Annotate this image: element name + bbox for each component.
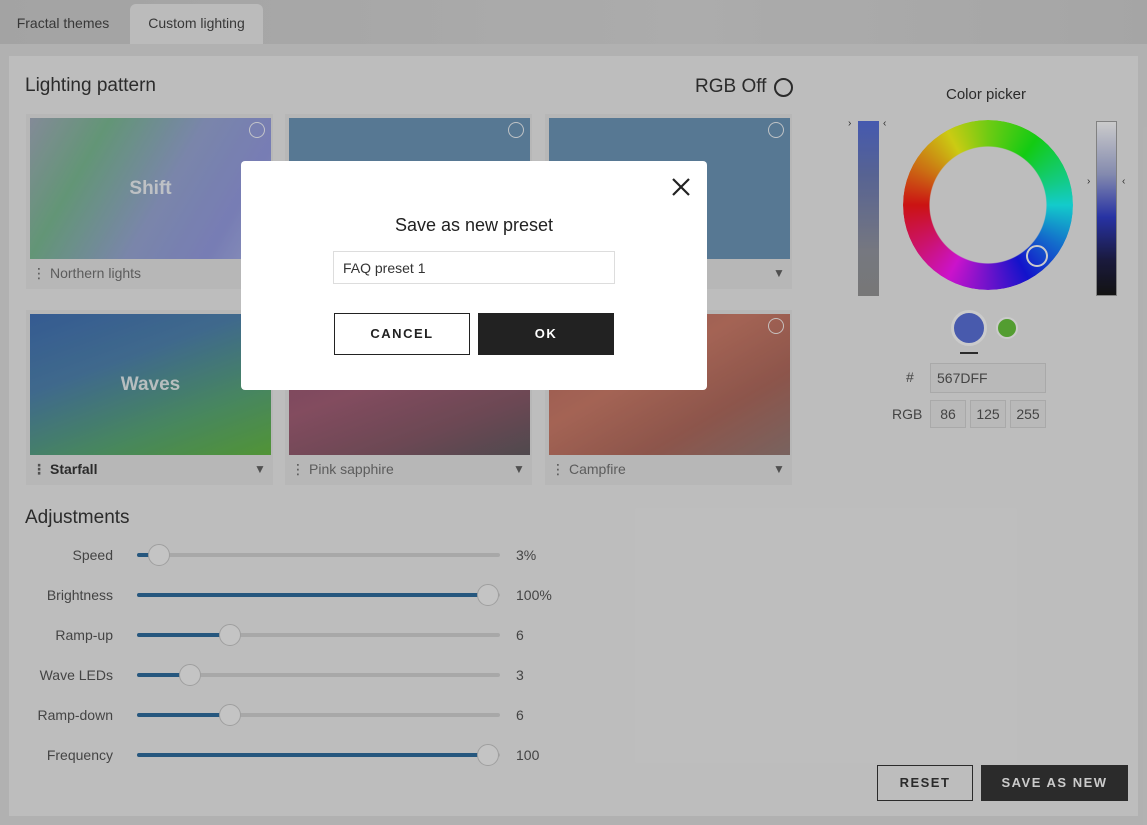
modal-overlay[interactable] [0,0,1147,825]
ok-button[interactable]: OK [478,313,614,355]
cancel-button[interactable]: CANCEL [334,313,470,355]
close-icon[interactable] [669,175,693,199]
dialog-title: Save as new preset [394,215,554,235]
save-preset-dialog: Save as new preset CANCEL OK [241,161,707,390]
preset-name-input[interactable] [333,251,615,284]
